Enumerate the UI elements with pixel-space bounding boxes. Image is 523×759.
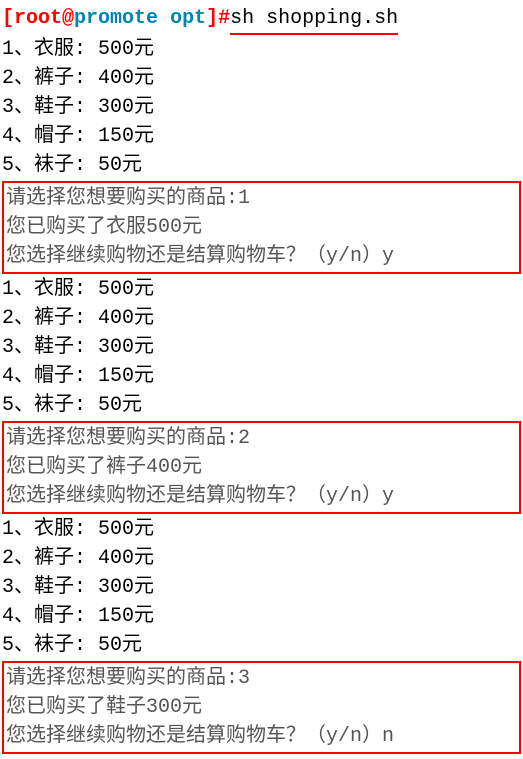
bought-line-2: 您已购买了裤子400元 — [6, 453, 517, 482]
menu-item-1: 1、衣服: 500元 — [2, 275, 521, 304]
menu-item-5: 5、袜子: 50元 — [2, 151, 521, 180]
prompt-host: promote — [74, 7, 158, 30]
prompt-open-bracket: [ — [2, 7, 14, 30]
menu-item-3: 3、鞋子: 300元 — [2, 93, 521, 122]
continue-line-3: 您选择继续购物还是结算购物车？（y/n）n — [6, 722, 517, 751]
menu-item-3: 3、鞋子: 300元 — [2, 573, 521, 602]
menu-item-1: 1、衣服: 500元 — [2, 515, 521, 544]
continue-line-1: 您选择继续购物还是结算购物车？（y/n）y — [6, 242, 517, 271]
menu-item-2: 2、裤子: 400元 — [2, 304, 521, 333]
bought-line-1: 您已购买了衣服500元 — [6, 213, 517, 242]
menu-item-5: 5、袜子: 50元 — [2, 391, 521, 420]
bought-line-3: 您已购买了鞋子300元 — [6, 693, 517, 722]
select-prompt-1: 请选择您想要购买的商品:1 — [6, 184, 517, 213]
menu-item-5: 5、袜子: 50元 — [2, 631, 521, 660]
shell-prompt: [root@promote opt]#sh shopping.sh — [2, 4, 521, 35]
prompt-path: opt — [170, 7, 206, 30]
menu-item-4: 4、帽子: 150元 — [2, 602, 521, 631]
menu-item-3: 3、鞋子: 300元 — [2, 333, 521, 362]
continue-line-2: 您选择继续购物还是结算购物车？（y/n）y — [6, 482, 517, 511]
select-prompt-3: 请选择您想要购买的商品:3 — [6, 664, 517, 693]
prompt-at: @ — [62, 7, 74, 30]
prompt-space — [158, 7, 170, 30]
menu-item-4: 4、帽子: 150元 — [2, 122, 521, 151]
select-prompt-2: 请选择您想要购买的商品:2 — [6, 424, 517, 453]
menu-item-2: 2、裤子: 400元 — [2, 544, 521, 573]
interaction-box-2: 请选择您想要购买的商品:2 您已购买了裤子400元 您选择继续购物还是结算购物车… — [2, 421, 521, 514]
menu-item-2: 2、裤子: 400元 — [2, 64, 521, 93]
menu-item-1: 1、衣服: 500元 — [2, 35, 521, 64]
command-text[interactable]: sh shopping.sh — [230, 4, 398, 35]
interaction-box-3: 请选择您想要购买的商品:3 您已购买了鞋子300元 您选择继续购物还是结算购物车… — [2, 661, 521, 754]
prompt-hash: # — [218, 7, 230, 30]
interaction-box-1: 请选择您想要购买的商品:1 您已购买了衣服500元 您选择继续购物还是结算购物车… — [2, 181, 521, 274]
menu-item-4: 4、帽子: 150元 — [2, 362, 521, 391]
prompt-user: root — [14, 7, 62, 30]
prompt-close-bracket: ] — [206, 7, 218, 30]
